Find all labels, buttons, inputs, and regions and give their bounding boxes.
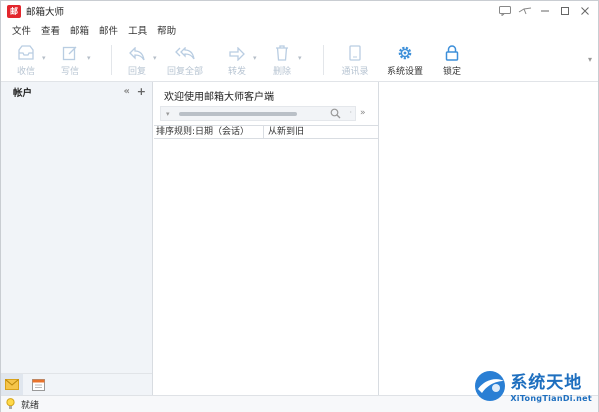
watermark: 系统天地 XiTongTianDi.net — [473, 368, 592, 403]
envelope-icon — [5, 379, 19, 390]
toolbar-overflow-icon[interactable]: ▾ — [588, 55, 592, 64]
title-bar: 邮 邮箱大师 — [1, 1, 598, 21]
sort-header: 排序规则:日期（会话） 从新到旧 — [154, 125, 378, 139]
contacts-button[interactable]: 通讯录 — [339, 41, 371, 79]
compose-button[interactable]: 写信 — [57, 41, 83, 79]
menu-mail[interactable]: 邮件 — [98, 23, 119, 37]
watermark-text: 系统天地 XiTongTianDi.net — [510, 368, 592, 403]
welcome-title: 欢迎使用邮箱大师客户端 — [164, 92, 274, 103]
menu-help[interactable]: 帮助 — [156, 23, 177, 37]
reply-all-button[interactable]: 回复全部 — [165, 41, 205, 79]
trash-icon — [275, 41, 289, 61]
lightbulb-icon — [6, 398, 15, 409]
skin-icon[interactable] — [516, 3, 534, 18]
reply-button[interactable]: 回复 — [124, 41, 150, 79]
window-controls — [496, 3, 594, 18]
forward-button[interactable]: 转发 — [225, 41, 249, 79]
pane-switcher — [1, 373, 152, 395]
menu-tools[interactable]: 工具 — [127, 23, 148, 37]
search-icon[interactable] — [330, 108, 341, 122]
mail-view-button[interactable] — [1, 374, 23, 395]
search-options-icon[interactable]: · — [349, 108, 352, 117]
expand-search-icon[interactable]: » — [360, 108, 366, 118]
watermark-logo-icon — [475, 370, 506, 401]
reply-dropdown-icon[interactable]: ▾ — [153, 54, 157, 62]
sort-rule-label[interactable]: 排序规则:日期（会话） — [154, 126, 264, 138]
lock-icon — [445, 41, 459, 61]
lock-button[interactable]: 锁定 — [439, 41, 465, 79]
app-window: 邮 邮箱大师 文件 查看 邮箱 邮件 工具 帮助 收信 ▾ 写信 ▾ 回复 ▾ … — [0, 0, 599, 412]
reply-all-icon — [175, 41, 195, 61]
feedback-icon[interactable] — [496, 3, 514, 18]
menu-bar: 文件 查看 邮箱 邮件 工具 帮助 — [11, 23, 177, 37]
calendar-icon — [31, 379, 45, 391]
forward-dropdown-icon[interactable]: ▾ — [253, 54, 257, 62]
receive-button[interactable]: 收信 — [13, 41, 39, 79]
accounts-header: 帐户 « + — [1, 82, 152, 102]
compose-dropdown-icon[interactable]: ▾ — [87, 54, 91, 62]
toolbar-divider — [111, 45, 112, 75]
status-text: 就绪 — [21, 400, 40, 411]
app-logo-icon: 邮 — [7, 4, 21, 18]
watermark-en: XiTongTianDi.net — [510, 394, 592, 403]
collapse-pane-icon[interactable]: « — [124, 86, 130, 97]
menu-mailbox[interactable]: 邮箱 — [69, 23, 90, 37]
add-account-icon[interactable]: + — [137, 85, 146, 98]
close-button[interactable] — [576, 3, 594, 18]
reading-pane — [380, 82, 598, 395]
settings-button[interactable]: 系统设置 — [385, 41, 425, 79]
minimize-button[interactable] — [536, 3, 554, 18]
delete-button[interactable]: 删除 — [269, 41, 295, 79]
maximize-button[interactable] — [556, 3, 574, 18]
contacts-icon — [348, 41, 362, 61]
menu-file[interactable]: 文件 — [11, 23, 32, 37]
compose-icon — [62, 41, 78, 61]
window-title: 邮箱大师 — [26, 7, 65, 18]
delete-dropdown-icon[interactable]: ▾ — [298, 54, 302, 62]
toolbar-divider — [323, 45, 324, 75]
blurred-account-address — [179, 112, 297, 116]
sort-order-label[interactable]: 从新到旧 — [264, 126, 304, 138]
reply-icon — [129, 41, 145, 61]
account-filter-dropdown-icon[interactable]: ▾ — [166, 110, 170, 118]
gear-icon — [397, 41, 413, 61]
accounts-pane: 帐户 « + — [1, 82, 153, 395]
receive-dropdown-icon[interactable]: ▾ — [42, 54, 46, 62]
forward-icon — [229, 41, 245, 61]
accounts-title: 帐户 — [13, 88, 33, 99]
calendar-view-button[interactable] — [27, 374, 49, 395]
inbox-icon — [17, 41, 35, 61]
toolbar: 收信 ▾ 写信 ▾ 回复 ▾ 回复全部 转发 ▾ 删除 ▾ 通讯录 系统设置 锁… — [1, 41, 598, 81]
search-box: ▾ · — [160, 106, 356, 121]
message-list-pane: 欢迎使用邮箱大师客户端 ▾ · » 排序规则:日期（会话） 从新到旧 — [154, 82, 379, 395]
watermark-cn: 系统天地 — [510, 373, 583, 393]
menu-view[interactable]: 查看 — [40, 23, 61, 37]
